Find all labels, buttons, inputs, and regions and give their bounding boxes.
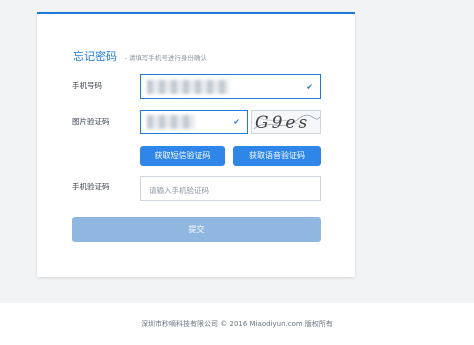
phone-input[interactable]: ✔ [140, 74, 321, 99]
page-title-text: 忘记密码 [73, 50, 117, 63]
submit-button[interactable]: 提交 [72, 217, 321, 242]
get-voice-code-button[interactable]: 获取语音验证码 [233, 146, 321, 166]
footer: 深圳市秒嘀科技有限公司 © 2016 Miaodiyun.com 版权所有 [0, 303, 474, 345]
phone-label: 手机号码 [72, 81, 102, 90]
captcha-image[interactable]: G9es [251, 110, 321, 134]
sms-code-label: 手机验证码 [72, 182, 110, 191]
page-subtitle: - 请填写手机号进行身份确认 [124, 54, 207, 62]
image-code-label: 图片验证码 [72, 117, 110, 126]
check-icon: ✔ [306, 82, 313, 91]
masked-image-code-value [147, 115, 195, 129]
captcha-text: G9es [255, 113, 311, 133]
sms-code-placeholder: 请输入手机验证码 [149, 186, 209, 195]
get-sms-code-button[interactable]: 获取短信验证码 [140, 146, 225, 166]
masked-phone-value [147, 80, 229, 94]
check-icon: ✔ [233, 117, 240, 127]
page-title: 忘记密码 - 请填写手机号进行身份确认 [73, 48, 207, 64]
sms-code-input[interactable]: 请输入手机验证码 [140, 176, 321, 201]
image-code-input[interactable]: ✔ [140, 110, 248, 134]
footer-text: 深圳市秒嘀科技有限公司 © 2016 Miaodiyun.com 版权所有 [141, 320, 333, 328]
